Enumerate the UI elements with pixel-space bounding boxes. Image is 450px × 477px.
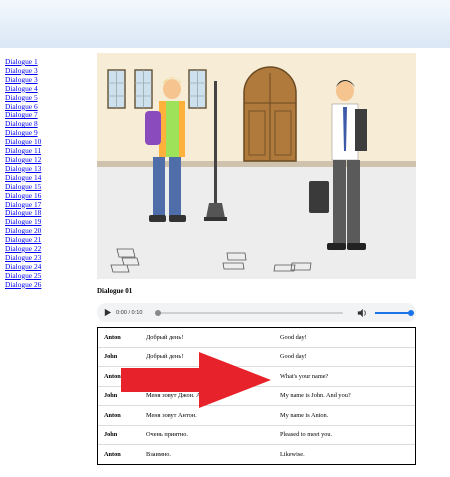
table-row: Anton Взаимно. Likewise.	[98, 445, 415, 464]
russian-cell: Меня зовут Джон. А вас?	[140, 387, 274, 406]
english-cell: Good day!	[274, 348, 415, 367]
english-cell: Likewise.	[280, 450, 305, 458]
window-2	[134, 69, 153, 109]
russian-cell: Меня зовут Антон.	[140, 406, 274, 426]
dialogue-link-26[interactable]: Dialogue 26	[5, 280, 65, 290]
audio-progress-slider[interactable]	[155, 309, 343, 316]
table-row: Anton Меня зовут Антон. My name is Anton…	[98, 406, 415, 426]
dialogue-title: Dialogue 01	[97, 287, 133, 295]
english-cell: My name is Anton.	[274, 406, 415, 426]
table-row: John Очень приятно. Pleased to meet you.	[98, 426, 415, 445]
speaker-cell: Anton	[104, 450, 121, 458]
russian-cell: Добрый день!	[140, 328, 274, 348]
english-cell: Pleased to meet you.	[274, 426, 415, 445]
speaker-cell: Anton	[98, 406, 140, 426]
dialogue-illustration	[97, 53, 416, 279]
volume-icon[interactable]	[357, 308, 367, 318]
speaker-cell: Anton	[98, 328, 140, 348]
audio-time: 0:00 / 0:10	[116, 309, 143, 316]
window-3	[188, 69, 207, 109]
table-row: Anton Добрый день! Good day!	[98, 328, 415, 348]
russian-cell: Взаимно.	[146, 450, 171, 458]
english-cell: What's your name?	[274, 367, 415, 387]
audio-player: 0:00 / 0:10	[97, 303, 416, 322]
table-row: John Меня зовут Джон. А вас? My name is …	[98, 387, 415, 406]
russian-cell: Очень приятно.	[140, 426, 274, 445]
dialogue-table: Anton Добрый день! Good day! John Добрый…	[97, 327, 416, 465]
speaker-cell: John	[98, 387, 140, 406]
volume-handle[interactable]	[408, 309, 414, 316]
english-cell: My name is John. And you?	[274, 387, 415, 406]
table-row: Anton Как вас зовут? What's your name?	[98, 367, 415, 387]
russian-cell: Добрый день!	[140, 348, 274, 367]
speaker-cell: John	[98, 426, 140, 445]
play-icon[interactable]	[103, 308, 112, 317]
audio-progress-handle[interactable]	[155, 309, 161, 316]
speaker-cell: Anton	[98, 367, 140, 387]
page-header-bar	[0, 0, 450, 48]
volume-slider[interactable]	[375, 309, 414, 316]
door	[243, 66, 297, 162]
window-1	[107, 69, 126, 109]
speaker-cell: John	[98, 348, 140, 367]
dialogue-nav: Dialogue 1 Dialogue 3 Dialogue 3 Dialogu…	[5, 57, 65, 290]
english-cell: Good day!	[274, 328, 415, 348]
table-row: John Добрый день! Good day!	[98, 348, 415, 367]
russian-cell: Как вас зовут?	[140, 367, 274, 387]
